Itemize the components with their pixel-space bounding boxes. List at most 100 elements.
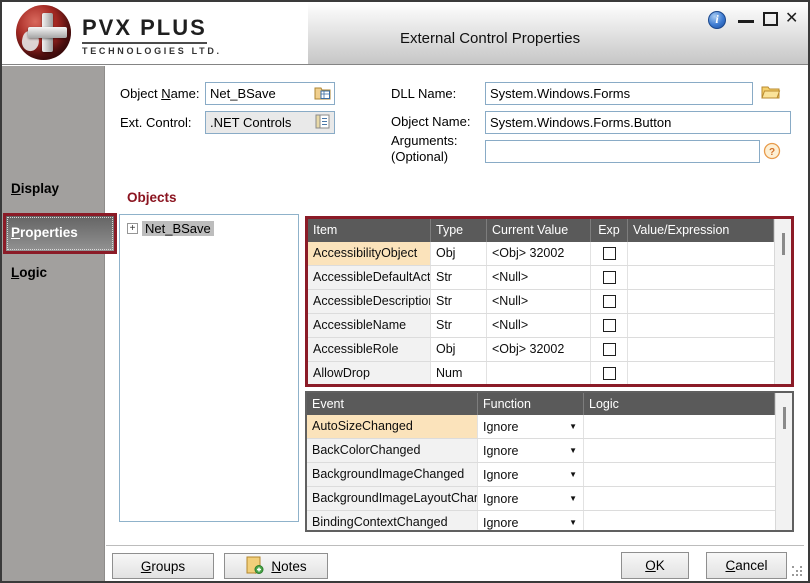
event-logic-cell[interactable]	[584, 487, 775, 510]
function-value: Ignore	[483, 516, 518, 530]
property-item-cell[interactable]: AccessibilityObject	[308, 242, 431, 265]
dll-name-input[interactable]	[485, 82, 753, 105]
exp-checkbox[interactable]	[603, 367, 616, 380]
info-icon[interactable]: i	[708, 11, 726, 29]
dropdown-arrow-icon[interactable]: ▼	[569, 518, 577, 527]
objects-heading: Objects	[127, 190, 177, 205]
column-header-value-expression[interactable]: Value/Expression	[628, 219, 774, 242]
column-header-exp[interactable]: Exp	[591, 219, 628, 242]
object-name2-input[interactable]	[485, 111, 791, 134]
events-grid-body: AutoSizeChanged Ignore ▼ BackColorChanged Ig…	[307, 415, 775, 530]
scrollbar-thumb[interactable]	[782, 233, 785, 255]
open-folder-icon[interactable]	[761, 84, 781, 105]
event-row: BackgroundImageLayoutChangedIgnore▼	[307, 487, 775, 511]
properties-vertical-scrollbar[interactable]	[774, 219, 791, 384]
exp-checkbox[interactable]	[603, 295, 616, 308]
external-control-properties-dialog: PVX PLUS TECHNOLOGIES LTD. External Cont…	[0, 0, 810, 583]
events-vertical-scrollbar[interactable]	[775, 393, 792, 530]
close-icon[interactable]: ✕	[785, 9, 798, 29]
tree-item[interactable]: + Net_BSave	[127, 221, 298, 236]
sidebar-item-properties[interactable]: Properties	[3, 213, 117, 254]
events-grid-header: Event Function Logic	[307, 393, 775, 415]
event-function-cell[interactable]: Ignore ▼	[478, 415, 584, 438]
event-logic-cell[interactable]	[584, 439, 775, 462]
property-current-value-cell	[487, 362, 591, 384]
exp-checkbox[interactable]	[603, 247, 616, 260]
sidebar-item-logic[interactable]: Logic	[4, 258, 103, 288]
title-bar: PVX PLUS TECHNOLOGIES LTD. External Cont…	[2, 2, 808, 65]
column-header-logic[interactable]: Logic	[584, 393, 775, 415]
dll-name-label: DLL Name:	[391, 86, 456, 101]
groups-button[interactable]: Groups	[112, 553, 214, 579]
help-icon[interactable]: ?	[763, 142, 781, 165]
object-picker-icon[interactable]	[314, 85, 331, 105]
exp-checkbox[interactable]	[603, 319, 616, 332]
function-value: Ignore	[483, 444, 518, 458]
object-name2-label: Object Name:	[391, 114, 470, 129]
event-name-cell[interactable]: BackgroundImageLayoutChanged	[307, 487, 478, 510]
ok-button[interactable]: OK	[621, 552, 689, 579]
objects-tree[interactable]: + Net_BSave	[119, 214, 299, 522]
properties-grid-main: Item Type Current Value Exp Value/Expres…	[308, 219, 774, 384]
sidebar-item-display[interactable]: Display	[4, 174, 103, 204]
event-name-cell[interactable]: AutoSizeChanged	[307, 415, 478, 438]
event-logic-cell[interactable]	[584, 511, 775, 530]
footer-divider	[106, 545, 804, 546]
event-function-cell[interactable]: Ignore▼	[478, 463, 584, 486]
event-logic-cell[interactable]	[584, 415, 775, 438]
property-value-expression-cell[interactable]	[628, 362, 774, 384]
arguments-input[interactable]	[485, 140, 760, 163]
property-item-cell[interactable]: AccessibleDefaultActi	[308, 266, 431, 289]
column-header-event[interactable]: Event	[307, 393, 478, 415]
property-row: AccessibleRoleObj<Obj> 32002	[308, 338, 774, 362]
column-header-function[interactable]: Function	[478, 393, 584, 415]
cancel-button[interactable]: Cancel	[706, 552, 787, 579]
brand: PVX PLUS TECHNOLOGIES LTD.	[82, 15, 222, 56]
property-value-expression-cell[interactable]	[628, 338, 774, 361]
property-exp-cell	[591, 362, 628, 384]
exp-checkbox[interactable]	[603, 271, 616, 284]
property-value-expression-cell[interactable]	[628, 266, 774, 289]
event-name-cell[interactable]: BackgroundImageChanged	[307, 463, 478, 486]
maximize-button[interactable]	[763, 12, 778, 26]
property-item-cell[interactable]: AccessibleName	[308, 314, 431, 337]
column-header-current-value[interactable]: Current Value	[487, 219, 591, 242]
dropdown-arrow-icon[interactable]: ▼	[569, 446, 577, 455]
tree-item-label[interactable]: Net_BSave	[142, 221, 214, 236]
arguments-label: Arguments:	[391, 133, 457, 148]
tree-expander-icon[interactable]: +	[127, 223, 138, 234]
dropdown-arrow-icon[interactable]: ▼	[569, 470, 577, 479]
brand-subtitle: TECHNOLOGIES LTD.	[82, 46, 222, 56]
notes-button[interactable]: Notes	[224, 553, 328, 579]
event-function-cell[interactable]: Ignore▼	[478, 487, 584, 510]
event-name-cell[interactable]: BackColorChanged	[307, 439, 478, 462]
event-function-cell[interactable]: Ignore ▼	[478, 511, 584, 530]
property-row: AllowDropNum	[308, 362, 774, 384]
property-item-cell[interactable]: AccessibleDescription	[308, 290, 431, 313]
event-logic-cell[interactable]	[584, 463, 775, 486]
property-value-expression-cell[interactable]	[628, 242, 774, 265]
event-row: AutoSizeChanged Ignore ▼	[307, 415, 775, 439]
property-type-cell: Num	[431, 362, 487, 384]
event-function-cell[interactable]: Ignore ▼	[478, 439, 584, 462]
column-header-item[interactable]: Item	[308, 219, 431, 242]
properties-grid: Item Type Current Value Exp Value/Expres…	[305, 216, 794, 387]
resize-grip[interactable]	[792, 566, 804, 578]
scrollbar-thumb[interactable]	[783, 407, 786, 429]
page-title: External Control Properties	[400, 30, 580, 47]
property-value-expression-cell[interactable]	[628, 290, 774, 313]
dropdown-arrow-icon[interactable]: ▼	[569, 494, 577, 503]
property-item-cell[interactable]: AccessibleRole	[308, 338, 431, 361]
control-list-icon[interactable]	[314, 114, 331, 134]
event-name-cell[interactable]: BindingContextChanged	[307, 511, 478, 530]
column-header-type[interactable]: Type	[431, 219, 487, 242]
pvx-cross-icon	[16, 5, 71, 60]
property-item-cell[interactable]: AllowDrop	[308, 362, 431, 384]
property-exp-cell	[591, 242, 628, 265]
property-type-cell: Str	[431, 266, 487, 289]
minimize-button[interactable]	[738, 20, 754, 23]
property-value-expression-cell[interactable]	[628, 314, 774, 337]
exp-checkbox[interactable]	[603, 343, 616, 356]
dropdown-arrow-icon[interactable]: ▼	[569, 422, 577, 431]
function-value: Ignore	[483, 420, 518, 434]
